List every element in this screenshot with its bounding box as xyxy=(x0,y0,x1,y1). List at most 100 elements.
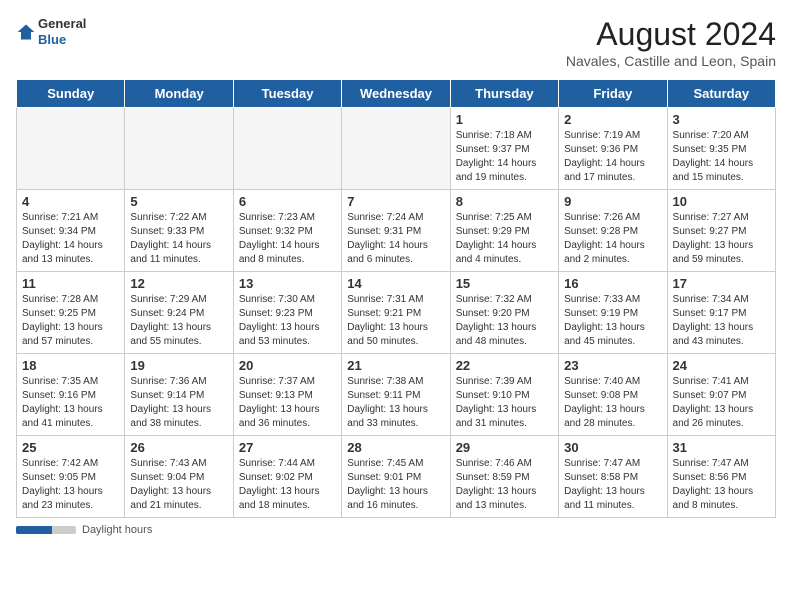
sub-title: Navales, Castille and Leon, Spain xyxy=(566,53,776,69)
calendar-cell xyxy=(342,108,450,190)
day-info: Sunrise: 7:47 AM Sunset: 8:56 PM Dayligh… xyxy=(673,457,770,513)
day-info: Sunrise: 7:39 AM Sunset: 9:10 PM Dayligh… xyxy=(456,375,553,431)
day-number: 26 xyxy=(130,440,227,455)
calendar-header-saturday: Saturday xyxy=(667,80,775,108)
day-number: 24 xyxy=(673,358,770,373)
day-number: 8 xyxy=(456,194,553,209)
calendar-week-row: 18Sunrise: 7:35 AM Sunset: 9:16 PM Dayli… xyxy=(17,354,776,436)
day-number: 23 xyxy=(564,358,661,373)
day-number: 16 xyxy=(564,276,661,291)
day-number: 7 xyxy=(347,194,444,209)
calendar-cell: 25 Sunrise: 7:42 AM Sunset: 9:05 PM Dayli… xyxy=(17,436,125,518)
day-info: Sunrise: 7:29 AM Sunset: 9:24 PM Dayligh… xyxy=(130,293,227,349)
day-number: 28 xyxy=(347,440,444,455)
header: General Blue August 2024 Navales, Castil… xyxy=(16,16,776,69)
calendar-header-sunday: Sunday xyxy=(17,80,125,108)
calendar-cell: 8 Sunrise: 7:25 AM Sunset: 9:29 PM Daylig… xyxy=(450,190,558,272)
footer-label: Daylight hours xyxy=(82,524,152,536)
day-number: 5 xyxy=(130,194,227,209)
day-number: 20 xyxy=(239,358,336,373)
day-number: 1 xyxy=(456,112,553,127)
day-info: Sunrise: 7:44 AM Sunset: 9:02 PM Dayligh… xyxy=(239,457,336,513)
calendar-table: SundayMondayTuesdayWednesdayThursdayFrid… xyxy=(16,79,776,518)
calendar-cell: 27Sunrise: 7:44 AM Sunset: 9:02 PM Dayli… xyxy=(233,436,341,518)
day-info: Sunrise: 7:31 AM Sunset: 9:21 PM Dayligh… xyxy=(347,293,444,349)
calendar-cell: 15 Sunrise: 7:32 AM Sunset: 9:20 PM Dayli… xyxy=(450,272,558,354)
calendar-cell: 16Sunrise: 7:33 AM Sunset: 9:19 PM Dayli… xyxy=(559,272,667,354)
day-info: Sunrise: 7:42 AM Sunset: 9:05 PM Dayligh… xyxy=(22,457,119,513)
day-number: 22 xyxy=(456,358,553,373)
calendar-cell: 18Sunrise: 7:35 AM Sunset: 9:16 PM Dayli… xyxy=(17,354,125,436)
day-info: Sunrise: 7:41 AM Sunset: 9:07 PM Dayligh… xyxy=(673,375,770,431)
day-info: Sunrise: 7:22 AM Sunset: 9:33 PM Dayligh… xyxy=(130,211,227,267)
day-number: 11 xyxy=(22,276,119,291)
calendar-cell xyxy=(125,108,233,190)
logo-icon xyxy=(16,22,36,42)
calendar-cell: 24 Sunrise: 7:41 AM Sunset: 9:07 PM Dayli… xyxy=(667,354,775,436)
calendar-cell: 28 Sunrise: 7:45 AM Sunset: 9:01 PM Dayli… xyxy=(342,436,450,518)
footer: Daylight hours xyxy=(16,524,776,536)
day-info: Sunrise: 7:25 AM Sunset: 9:29 PM Dayligh… xyxy=(456,211,553,267)
day-info: Sunrise: 7:38 AM Sunset: 9:11 PM Dayligh… xyxy=(347,375,444,431)
logo-blue-text: Blue xyxy=(38,32,86,48)
calendar-cell: 13 Sunrise: 7:30 AM Sunset: 9:23 PM Dayli… xyxy=(233,272,341,354)
day-number: 3 xyxy=(673,112,770,127)
day-number: 21 xyxy=(347,358,444,373)
calendar-cell: 21 Sunrise: 7:38 AM Sunset: 9:11 PM Dayli… xyxy=(342,354,450,436)
calendar-cell: 26 Sunrise: 7:43 AM Sunset: 9:04 PM Dayli… xyxy=(125,436,233,518)
calendar-cell: 22 Sunrise: 7:39 AM Sunset: 9:10 PM Dayli… xyxy=(450,354,558,436)
calendar-cell xyxy=(17,108,125,190)
calendar-cell: 14 Sunrise: 7:31 AM Sunset: 9:21 PM Dayli… xyxy=(342,272,450,354)
day-info: Sunrise: 7:43 AM Sunset: 9:04 PM Dayligh… xyxy=(130,457,227,513)
day-number: 15 xyxy=(456,276,553,291)
logo: General Blue xyxy=(16,16,86,47)
day-number: 13 xyxy=(239,276,336,291)
day-info: Sunrise: 7:20 AM Sunset: 9:35 PM Dayligh… xyxy=(673,129,770,185)
title-block: August 2024 Navales, Castille and Leon, … xyxy=(566,16,776,69)
day-info: Sunrise: 7:47 AM Sunset: 8:58 PM Dayligh… xyxy=(564,457,661,513)
day-info: Sunrise: 7:18 AM Sunset: 9:37 PM Dayligh… xyxy=(456,129,553,185)
day-number: 2 xyxy=(564,112,661,127)
day-info: Sunrise: 7:26 AM Sunset: 9:28 PM Dayligh… xyxy=(564,211,661,267)
calendar-cell: 19Sunrise: 7:36 AM Sunset: 9:14 PM Dayli… xyxy=(125,354,233,436)
calendar-cell: 11Sunrise: 7:28 AM Sunset: 9:25 PM Dayli… xyxy=(17,272,125,354)
day-info: Sunrise: 7:19 AM Sunset: 9:36 PM Dayligh… xyxy=(564,129,661,185)
day-number: 4 xyxy=(22,194,119,209)
calendar-cell: 29Sunrise: 7:46 AM Sunset: 8:59 PM Dayli… xyxy=(450,436,558,518)
calendar-header-row: SundayMondayTuesdayWednesdayThursdayFrid… xyxy=(17,80,776,108)
calendar-header-monday: Monday xyxy=(125,80,233,108)
calendar-cell: 20 Sunrise: 7:37 AM Sunset: 9:13 PM Dayli… xyxy=(233,354,341,436)
day-number: 31 xyxy=(673,440,770,455)
day-info: Sunrise: 7:45 AM Sunset: 9:01 PM Dayligh… xyxy=(347,457,444,513)
day-number: 10 xyxy=(673,194,770,209)
logo-general-text: General xyxy=(38,16,86,32)
day-number: 25 xyxy=(22,440,119,455)
calendar-cell: 7 Sunrise: 7:24 AM Sunset: 9:31 PM Daylig… xyxy=(342,190,450,272)
page: General Blue August 2024 Navales, Castil… xyxy=(0,0,792,546)
calendar-cell: 3 Sunrise: 7:20 AM Sunset: 9:35 PM Daylig… xyxy=(667,108,775,190)
day-info: Sunrise: 7:30 AM Sunset: 9:23 PM Dayligh… xyxy=(239,293,336,349)
calendar-cell: 9Sunrise: 7:26 AM Sunset: 9:28 PM Daylig… xyxy=(559,190,667,272)
day-number: 30 xyxy=(564,440,661,455)
day-number: 29 xyxy=(456,440,553,455)
calendar-header-friday: Friday xyxy=(559,80,667,108)
day-number: 19 xyxy=(130,358,227,373)
day-info: Sunrise: 7:37 AM Sunset: 9:13 PM Dayligh… xyxy=(239,375,336,431)
day-info: Sunrise: 7:32 AM Sunset: 9:20 PM Dayligh… xyxy=(456,293,553,349)
calendar-week-row: 25 Sunrise: 7:42 AM Sunset: 9:05 PM Dayli… xyxy=(17,436,776,518)
calendar-week-row: 11Sunrise: 7:28 AM Sunset: 9:25 PM Dayli… xyxy=(17,272,776,354)
calendar-cell: 2 Sunrise: 7:19 AM Sunset: 9:36 PM Daylig… xyxy=(559,108,667,190)
calendar-cell: 17Sunrise: 7:34 AM Sunset: 9:17 PM Dayli… xyxy=(667,272,775,354)
calendar-cell: 23Sunrise: 7:40 AM Sunset: 9:08 PM Dayli… xyxy=(559,354,667,436)
calendar-cell: 6Sunrise: 7:23 AM Sunset: 9:32 PM Daylig… xyxy=(233,190,341,272)
main-title: August 2024 xyxy=(566,16,776,53)
daylight-bar xyxy=(16,526,76,534)
calendar-header-thursday: Thursday xyxy=(450,80,558,108)
day-info: Sunrise: 7:24 AM Sunset: 9:31 PM Dayligh… xyxy=(347,211,444,267)
calendar-cell xyxy=(233,108,341,190)
day-number: 18 xyxy=(22,358,119,373)
calendar-cell: 31 Sunrise: 7:47 AM Sunset: 8:56 PM Dayli… xyxy=(667,436,775,518)
day-number: 14 xyxy=(347,276,444,291)
day-number: 17 xyxy=(673,276,770,291)
calendar-header-tuesday: Tuesday xyxy=(233,80,341,108)
